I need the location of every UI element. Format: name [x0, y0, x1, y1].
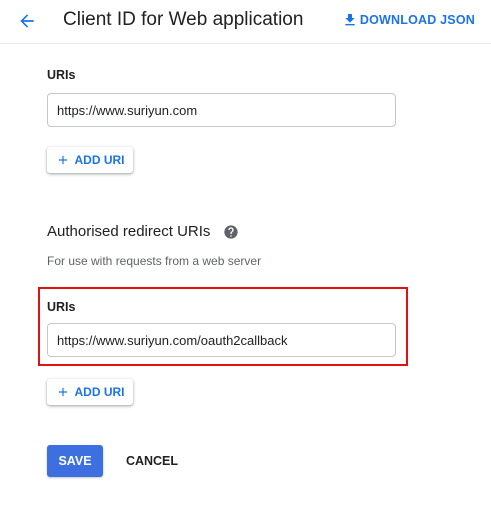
download-json-label: DOWNLOAD JSON: [359, 13, 475, 27]
redirect-helper-text: For use with requests from a web server: [47, 254, 262, 268]
plus-icon: [58, 387, 67, 397]
back-button[interactable]: [14, 8, 40, 34]
add-uri-label: ADD URI: [74, 385, 125, 399]
arrow-back-icon: [20, 14, 34, 28]
origin-uri-input[interactable]: [47, 93, 396, 127]
redirect-uris-heading: Authorised redirect URIs: [47, 223, 239, 240]
save-button[interactable]: SAVE: [47, 445, 103, 477]
add-uri-label: ADD URI: [74, 153, 125, 167]
page-header: Client ID for Web application DOWNLOAD J…: [0, 0, 491, 44]
add-redirect-uri-button[interactable]: ADD URI: [47, 379, 133, 405]
page-title: Client ID for Web application: [63, 9, 304, 30]
help-circle-icon[interactable]: [223, 224, 239, 240]
redirect-uris-label: URIs: [47, 300, 76, 314]
origins-uris-label: URIs: [47, 68, 76, 82]
download-json-button[interactable]: DOWNLOAD JSON: [342, 12, 475, 28]
plus-icon: [58, 155, 67, 165]
download-icon: [345, 14, 355, 26]
add-origin-uri-button[interactable]: ADD URI: [47, 147, 133, 173]
redirect-uri-input[interactable]: [47, 323, 396, 357]
redirect-heading-text: Authorised redirect URIs: [47, 223, 211, 240]
cancel-button[interactable]: CANCEL: [116, 445, 188, 477]
